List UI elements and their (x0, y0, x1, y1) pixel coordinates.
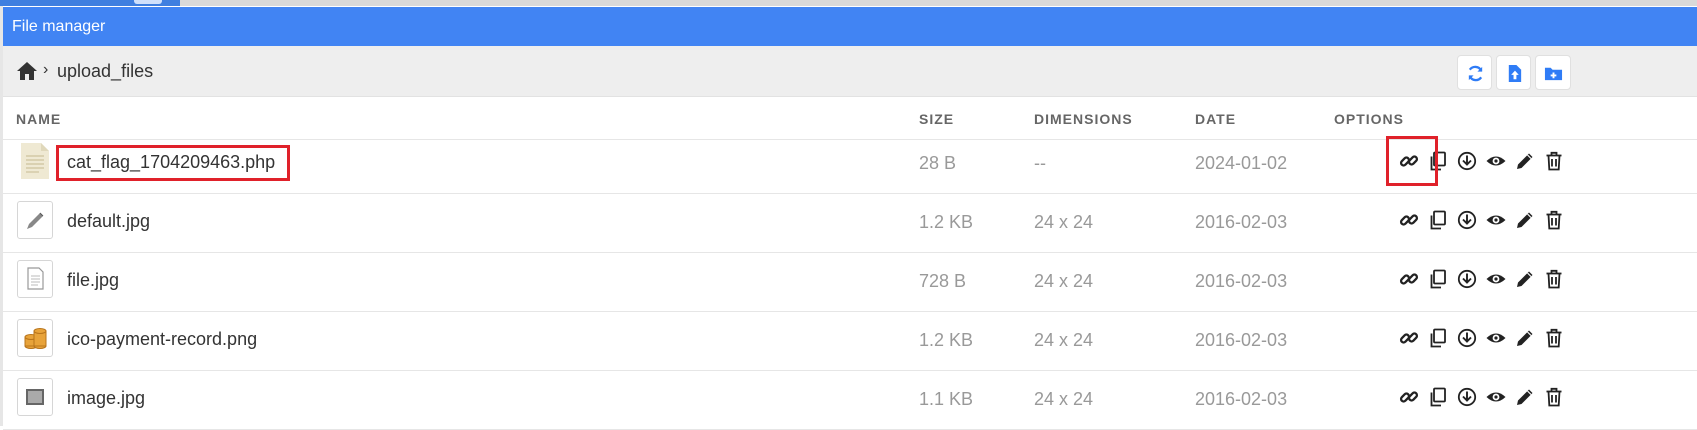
file-size: 1.1 KB (919, 389, 974, 409)
pencil-edit-icon[interactable] (1514, 386, 1536, 408)
breadcrumb-separator: › (43, 61, 49, 78)
file-name[interactable]: default.jpg (67, 210, 150, 232)
column-size[interactable]: SIZE (919, 111, 954, 127)
file-name[interactable]: cat_flag_1704209463.php (67, 151, 275, 173)
file-date: 2016-02-03 (1195, 330, 1288, 350)
tab-marker (134, 0, 162, 4)
download-icon[interactable] (1456, 327, 1478, 349)
table-row[interactable]: file.jpg 728 B 24 x 24 2016-02-03 (3, 248, 1697, 312)
coins-icon (17, 319, 53, 357)
pencil-edit-icon[interactable] (1514, 150, 1536, 172)
column-options: OPTIONS (1334, 111, 1405, 127)
refresh-icon (1468, 65, 1483, 82)
table-row[interactable]: ico-payment-record.png 1.2 KB 24 x 24 2016-… (3, 307, 1697, 371)
new-folder-button[interactable] (1535, 55, 1571, 90)
download-icon[interactable] (1456, 150, 1478, 172)
link-icon[interactable] (1398, 327, 1420, 349)
pencil-edit-icon[interactable] (1514, 209, 1536, 231)
trash-icon[interactable] (1543, 150, 1565, 172)
link-icon[interactable] (1398, 209, 1420, 231)
eye-icon[interactable] (1485, 386, 1507, 408)
trash-icon[interactable] (1543, 327, 1565, 349)
file-dimensions: -- (1034, 153, 1046, 173)
copy-icon[interactable] (1427, 386, 1449, 408)
link-icon[interactable] (1398, 386, 1420, 408)
picture-icon (17, 378, 53, 416)
table-row[interactable]: default.jpg 1.2 KB 24 x 24 2016-02-03 (3, 189, 1697, 253)
download-icon[interactable] (1456, 209, 1478, 231)
copy-icon[interactable] (1427, 150, 1449, 172)
trash-icon[interactable] (1543, 386, 1565, 408)
eye-icon[interactable] (1485, 209, 1507, 231)
copy-icon[interactable] (1427, 209, 1449, 231)
file-dimensions: 24 x 24 (1034, 389, 1094, 409)
eye-icon[interactable] (1485, 327, 1507, 349)
copy-icon[interactable] (1427, 268, 1449, 290)
file-name[interactable]: file.jpg (67, 269, 119, 291)
link-icon[interactable] (1398, 150, 1420, 172)
browser-top-strip (0, 0, 1697, 6)
eye-icon[interactable] (1485, 150, 1507, 172)
file-dimensions: 24 x 24 (1034, 271, 1094, 291)
link-icon[interactable] (1398, 268, 1420, 290)
file-dimensions: 24 x 24 (1034, 330, 1094, 350)
column-dimensions[interactable]: DIMENSIONS (1034, 111, 1133, 127)
breadcrumb-current[interactable]: upload_files (57, 60, 153, 82)
file-upload-icon (1508, 64, 1522, 83)
trash-icon[interactable] (1543, 209, 1565, 231)
table-row[interactable]: image.jpg 1.1 KB 24 x 24 2016-02-03 (3, 366, 1697, 430)
download-icon[interactable] (1456, 386, 1478, 408)
file-dimensions: 24 x 24 (1034, 212, 1094, 232)
file-date: 2016-02-03 (1195, 271, 1288, 291)
file-size: 28 B (919, 153, 957, 173)
refresh-button[interactable] (1457, 55, 1492, 90)
pencil-edit-icon[interactable] (1514, 327, 1536, 349)
pencil-edit-icon[interactable] (1514, 268, 1536, 290)
trash-icon[interactable] (1543, 268, 1565, 290)
path-bar: › upload_files (3, 46, 1697, 97)
file-size: 728 B (919, 271, 967, 291)
file-size: 1.2 KB (919, 330, 974, 350)
copy-icon[interactable] (1427, 327, 1449, 349)
text-file-icon (17, 142, 53, 180)
file-date: 2016-02-03 (1195, 212, 1288, 232)
column-name[interactable]: NAME (16, 111, 61, 127)
home-icon[interactable] (16, 60, 38, 82)
download-icon[interactable] (1456, 268, 1478, 290)
file-size: 1.2 KB (919, 212, 974, 232)
table-row[interactable]: cat_flag_1704209463.php 28 B -- 2024-01-02 (3, 130, 1697, 194)
file-date: 2024-01-02 (1195, 153, 1288, 173)
eye-icon[interactable] (1485, 268, 1507, 290)
file-name[interactable]: ico-payment-record.png (67, 328, 257, 350)
file-name[interactable]: image.jpg (67, 387, 145, 409)
document-icon (17, 260, 53, 298)
window-title: File manager (3, 7, 1697, 46)
file-date: 2016-02-03 (1195, 389, 1288, 409)
pencil-icon (17, 201, 53, 239)
upload-file-button[interactable] (1496, 55, 1531, 90)
column-date[interactable]: DATE (1195, 111, 1236, 127)
folder-plus-icon (1544, 67, 1563, 81)
